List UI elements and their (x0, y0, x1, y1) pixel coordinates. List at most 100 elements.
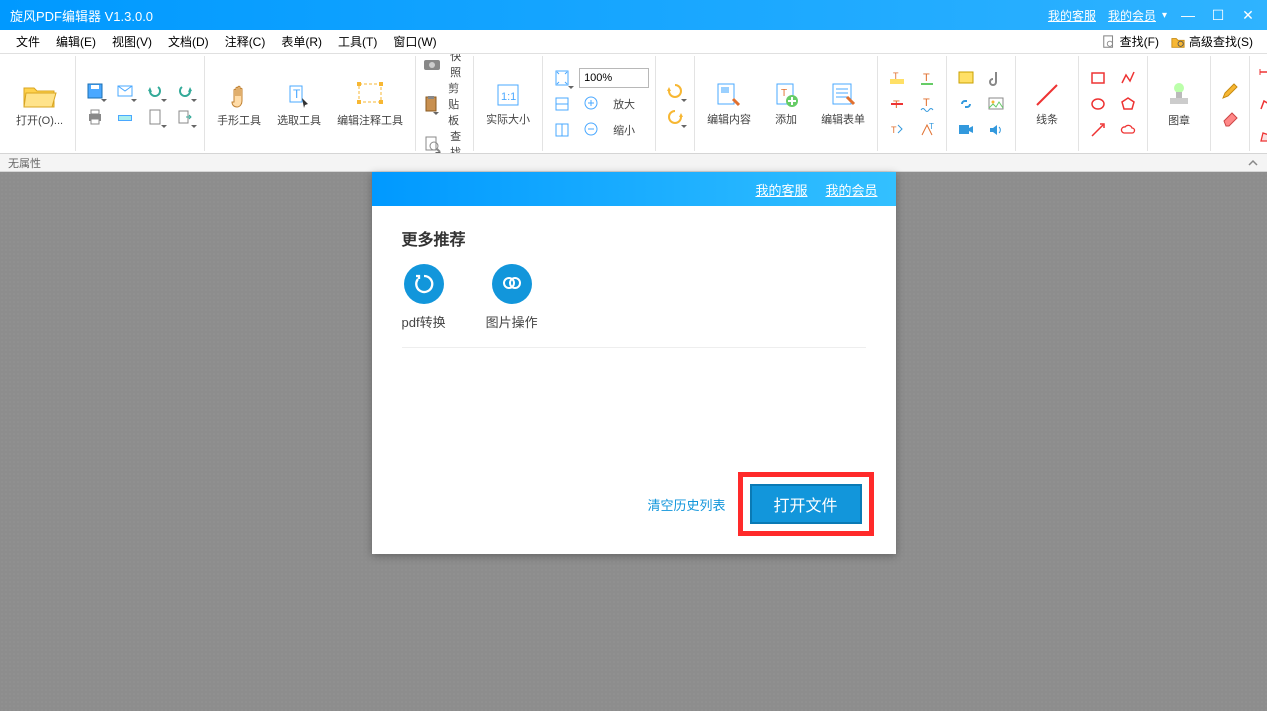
save-icon (86, 82, 104, 100)
zoom-out-icon (583, 121, 601, 139)
stamp-button[interactable]: 图章 (1154, 76, 1204, 132)
circle-shape[interactable] (1085, 91, 1111, 117)
folder-open-icon (22, 80, 58, 110)
perimeter-button[interactable] (1256, 91, 1267, 117)
line-icon (1033, 81, 1061, 109)
pencil-icon (1220, 81, 1240, 101)
fit-width-button[interactable] (549, 91, 575, 117)
rect-shape[interactable] (1085, 65, 1111, 91)
menu-advanced-find[interactable]: 高级查找(S) (1165, 30, 1259, 53)
redo-button[interactable] (172, 78, 198, 104)
link-button[interactable] (953, 91, 979, 117)
clipboard-button[interactable] (422, 91, 440, 117)
annotate-tool[interactable]: 编辑注释工具 (331, 76, 409, 132)
select-icon: T (284, 80, 314, 110)
titlebar-service-link[interactable]: 我的客服 (1048, 7, 1096, 24)
menu-file[interactable]: 文件 (8, 30, 48, 53)
rect-icon (1089, 69, 1107, 87)
rotate-right-icon (665, 107, 685, 127)
rec-pdf-convert[interactable]: pdf转换 (402, 264, 446, 331)
lines-button[interactable]: 线条 (1022, 77, 1072, 131)
attach-button[interactable] (983, 65, 1009, 91)
rec-image-ops[interactable]: 图片操作 (486, 264, 538, 331)
document-small-button[interactable] (142, 104, 168, 130)
edit-form-button[interactable]: 编辑表单 (815, 77, 871, 131)
rec-label: pdf转换 (402, 312, 446, 331)
menu-view[interactable]: 视图(V) (104, 30, 160, 53)
redo-icon (176, 82, 194, 100)
menu-document[interactable]: 文档(D) (160, 30, 217, 53)
insert-icon: T (918, 121, 936, 139)
zoom-out-button[interactable] (579, 117, 605, 143)
fit-page-button[interactable] (549, 65, 575, 91)
squiggly-button[interactable]: T (914, 91, 940, 117)
menu-annotate[interactable]: 注释(C) (217, 30, 274, 53)
panel-service-link[interactable]: 我的客服 (755, 180, 807, 199)
fit-height-button[interactable] (549, 117, 575, 143)
menu-form[interactable]: 表单(R) (273, 30, 330, 53)
menubar: 文件 编辑(E) 视图(V) 文档(D) 注释(C) 表单(R) 工具(T) 窗… (0, 30, 1267, 54)
minimize-button[interactable]: — (1179, 6, 1197, 24)
fit-page-icon (553, 69, 571, 87)
open-file-button[interactable]: 打开文件 (750, 484, 862, 524)
rotate-left-button[interactable] (662, 78, 688, 104)
titlebar-member-link[interactable]: 我的会员 (1108, 7, 1156, 24)
print-icon (86, 108, 104, 126)
menu-edit[interactable]: 编辑(E) (48, 30, 104, 53)
snapshot-button[interactable] (422, 54, 442, 77)
panel-member-link[interactable]: 我的会员 (825, 180, 877, 199)
edit-form-icon (829, 81, 857, 109)
area-button[interactable] (1256, 123, 1267, 149)
insert-text-button[interactable]: T (914, 117, 940, 143)
rotate-right-button[interactable] (662, 104, 688, 130)
undo-button[interactable] (142, 78, 168, 104)
zoom-in-button[interactable] (579, 91, 605, 117)
maximize-button[interactable]: ☐ (1209, 6, 1227, 24)
note-button[interactable] (953, 65, 979, 91)
area-icon (1257, 127, 1267, 145)
strikeout-button[interactable]: T (884, 91, 910, 117)
scan-button[interactable] (112, 104, 138, 130)
scan-icon (116, 108, 134, 126)
page-icon (146, 108, 164, 126)
add-button[interactable]: T 添加 (761, 77, 811, 131)
image-button[interactable] (983, 91, 1009, 117)
underline-button[interactable]: T (914, 65, 940, 91)
menu-window[interactable]: 窗口(W) (385, 30, 444, 53)
mail-icon (116, 82, 134, 100)
circle-icon (1089, 95, 1107, 113)
polygon-shape[interactable] (1115, 91, 1141, 117)
edit-content-button[interactable]: 编辑内容 (701, 77, 757, 131)
sound-button[interactable] (983, 117, 1009, 143)
ribbon: 打开(O)... 手形工具 T 选取工具 (0, 54, 1267, 154)
collapse-prop-icon[interactable] (1247, 157, 1259, 169)
eraser-button[interactable] (1217, 104, 1243, 130)
replace-text-button[interactable]: T (884, 117, 910, 143)
stamp-icon (1164, 80, 1194, 110)
print-button[interactable] (82, 104, 108, 130)
pencil-button[interactable] (1217, 78, 1243, 104)
start-panel: 我的客服 我的会员 更多推荐 pdf转换 图片操作 (372, 172, 896, 554)
open-button[interactable]: 打开(O)... (10, 76, 69, 132)
polyline-shape[interactable] (1115, 65, 1141, 91)
close-button[interactable]: ✕ (1239, 6, 1257, 24)
clear-history-link[interactable]: 清空历史列表 (647, 495, 725, 514)
video-button[interactable] (953, 117, 979, 143)
find-ribbon-button[interactable] (422, 131, 442, 155)
arrow-shape[interactable] (1085, 117, 1111, 143)
select-tool[interactable]: T 选取工具 (271, 76, 327, 132)
hand-tool[interactable]: 手形工具 (211, 76, 267, 132)
save-button[interactable] (82, 78, 108, 104)
mail-button[interactable] (112, 78, 138, 104)
member-dropdown-icon[interactable]: ▾ (1162, 10, 1167, 21)
replace-icon: T (888, 121, 906, 139)
menu-tools[interactable]: 工具(T) (330, 30, 385, 53)
export-small-button[interactable] (172, 104, 198, 130)
highlight-button[interactable]: T (884, 65, 910, 91)
menu-find[interactable]: 查找(F) (1096, 30, 1165, 53)
distance-button[interactable] (1256, 59, 1267, 85)
actual-size-button[interactable]: 1:1 实际大小 (480, 77, 536, 131)
cloud-shape[interactable] (1115, 117, 1141, 143)
fit-width-icon (553, 95, 571, 113)
zoom-input[interactable] (579, 68, 649, 88)
